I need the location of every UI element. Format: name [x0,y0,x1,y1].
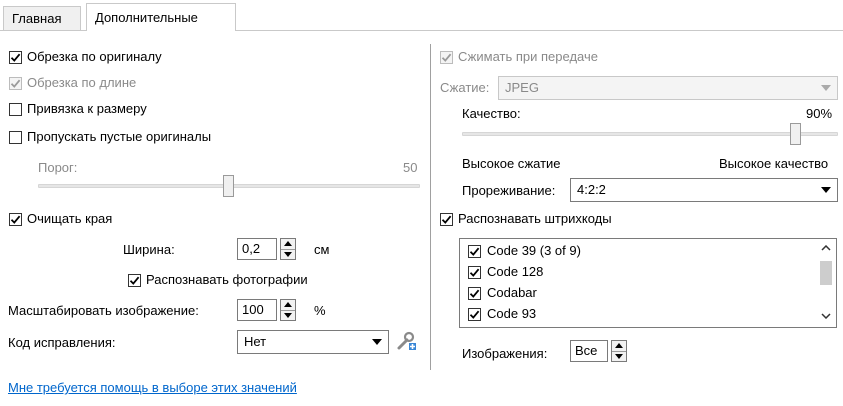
list-item[interactable]: Code 93 [460,305,810,327]
threshold-label: Порог: [38,160,78,175]
images-input[interactable]: Все [570,340,608,362]
list-item[interactable]: Code 39 (3 of 9) [460,242,810,264]
skip-blank-label: Пропускать пустые оригиналы [27,129,212,144]
chevron-down-icon [372,339,382,345]
quality-high-label: Высокое качество [719,156,829,171]
detect-photos-label: Распознавать фотографии [146,272,308,287]
quality-slider-thumb[interactable] [790,123,801,145]
spin-down-icon[interactable] [281,309,295,321]
wrench-plus-icon[interactable] [396,330,418,352]
barcode-label: Code 93 [487,306,537,321]
checkmark-icon [441,53,452,62]
images-label: Изображения: [462,346,548,361]
help-link[interactable]: Мне требуется помощь в выборе этих значе… [8,380,297,395]
barcode-checkbox[interactable] [468,245,481,258]
barcode-label: Codabar [487,285,537,300]
compression-dropdown: JPEG [498,76,838,100]
compress-checkbox [440,51,453,64]
quality-low-label: Высокое сжатие [462,156,561,171]
skip-blank-checkbox[interactable] [9,131,22,144]
tab-strip: Главная Дополнительные [0,0,843,31]
crop-by-length-checkbox [9,77,22,90]
width-input[interactable]: 0,2 [237,238,277,260]
list-scrollbar[interactable] [816,239,836,327]
checkmark-icon [10,53,21,62]
spin-up-icon[interactable] [281,239,295,249]
scrollbar-thumb[interactable] [820,261,832,285]
checkmark-icon [10,79,21,88]
tab-main[interactable]: Главная [3,6,81,30]
crop-to-original-label: Обрезка по оригиналу [27,49,162,64]
scale-unit: % [314,303,326,318]
chevron-down-icon[interactable] [821,313,831,319]
chevron-down-icon [821,85,831,91]
snap-to-size-checkbox[interactable] [9,103,22,116]
clean-edges-checkbox[interactable] [9,213,22,226]
spin-down-icon[interactable] [281,248,295,260]
spin-up-icon[interactable] [281,300,295,310]
correction-label: Код исправления: [8,335,116,350]
checkmark-icon [469,247,480,256]
width-unit: см [314,242,330,257]
correction-value: Нет [244,334,267,349]
spin-down-icon[interactable] [612,350,626,362]
barcodes-label: Распознавать штрихкоды [458,211,612,226]
checkmark-icon [469,268,480,277]
detect-photos-checkbox[interactable] [128,274,141,287]
compress-label: Сжимать при передаче [458,49,598,64]
tab-advanced[interactable]: Дополнительные [86,3,236,31]
checkmark-icon [469,289,480,298]
barcode-label: Code 39 (3 of 9) [487,243,581,258]
column-separator [430,44,431,370]
compression-label: Сжатие: [440,80,490,95]
threshold-value: 50 [403,160,418,175]
images-spinner[interactable] [611,340,627,362]
barcode-checkbox[interactable] [468,266,481,279]
scale-spinner[interactable] [280,299,296,321]
barcode-label: Code 128 [487,264,544,279]
barcode-list[interactable]: Code 39 (3 of 9) Code 128 Codabar Code 9… [459,238,837,328]
checkmark-icon [469,310,480,319]
width-spinner[interactable] [280,238,296,260]
checkmark-icon [441,215,452,224]
correction-dropdown[interactable]: Нет [237,330,389,354]
subsampling-label: Прореживание: [462,183,556,198]
scale-label: Масштабировать изображение: [8,303,199,318]
barcodes-checkbox[interactable] [440,213,453,226]
spin-up-icon[interactable] [612,341,626,351]
threshold-slider-thumb[interactable] [223,175,234,197]
scale-input[interactable]: 100 [237,299,277,321]
list-item[interactable]: Code 128 [460,263,810,285]
compression-value: JPEG [505,80,539,95]
crop-to-original-checkbox[interactable] [9,51,22,64]
barcode-checkbox[interactable] [468,287,481,300]
barcode-checkbox[interactable] [468,308,481,321]
clean-edges-label: Очищать края [27,211,113,226]
quality-label: Качество: [462,106,521,121]
width-label: Ширина: [123,242,175,257]
checkmark-icon [10,215,21,224]
list-item[interactable]: Codabar [460,284,810,306]
subsampling-value: 4:2:2 [577,182,606,197]
chevron-down-icon [821,187,831,193]
checkmark-icon [129,276,140,285]
subsampling-dropdown[interactable]: 4:2:2 [570,178,838,202]
quality-slider-track [462,132,838,136]
quality-value: 90% [806,106,833,121]
chevron-up-icon[interactable] [821,245,831,251]
crop-by-length-label: Обрезка по длине [27,75,137,90]
snap-to-size-label: Привязка к размеру [27,101,147,116]
